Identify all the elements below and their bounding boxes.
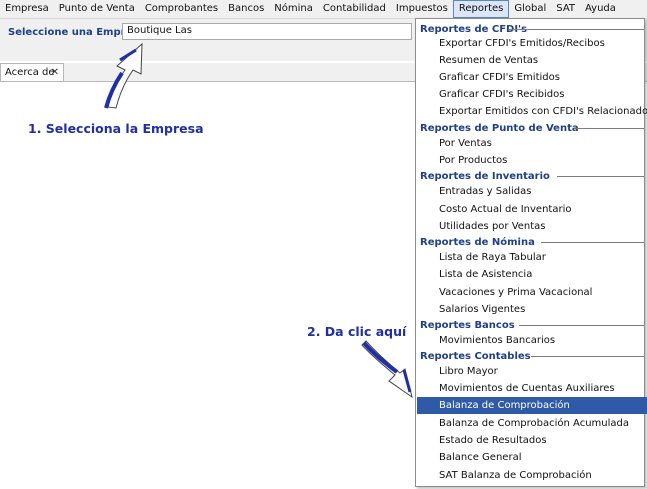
menu-comprobantes[interactable]: Comprobantes [140, 0, 223, 18]
section-title: Reportes Contables [420, 351, 531, 362]
menu-punto-de-venta[interactable]: Punto de Venta [54, 0, 140, 18]
menu-item-movimientos-auxiliares[interactable]: Movimientos de Cuentas Auxiliares [417, 380, 647, 397]
menu-bar: Empresa Punto de Venta Comprobantes Banc… [0, 0, 647, 19]
section-rule [541, 242, 644, 243]
menu-item-lista-raya[interactable]: Lista de Raya Tabular [417, 249, 647, 266]
menu-item-por-ventas[interactable]: Por Ventas [417, 135, 647, 152]
menu-contabilidad[interactable]: Contabilidad [318, 0, 391, 18]
menu-item-libro-mayor[interactable]: Libro Mayor [417, 363, 647, 380]
menu-item-lista-asistencia[interactable]: Lista de Asistencia [417, 266, 647, 283]
section-rule [519, 325, 644, 326]
section-title: Reportes de Inventario [420, 171, 550, 182]
menu-bancos[interactable]: Bancos [223, 0, 269, 18]
menu-item-balanza-comprobacion[interactable]: Balanza de Comprobación [417, 397, 647, 414]
menu-global[interactable]: Global [509, 0, 551, 18]
tab-acerca-de[interactable]: Acerca de ✕ [0, 63, 64, 81]
menu-item-estado-resultados[interactable]: Estado de Resultados [417, 432, 647, 449]
menu-item-exportar-cfdi[interactable]: Exportar CFDI's Emitidos/Recibos [417, 35, 647, 52]
reportes-dropdown: Reportes de CFDI's Exportar CFDI's Emiti… [415, 18, 647, 487]
menu-ayuda[interactable]: Ayuda [580, 0, 621, 18]
menu-item-sat-balanza[interactable]: SAT Balanza de Comprobación [417, 467, 647, 484]
annotation-step-2: 2. Da clic aquí [307, 324, 407, 339]
section-title: Reportes Bancos [420, 320, 515, 331]
menu-reportes[interactable]: Reportes [452, 0, 510, 18]
menu-item-costo-inventario[interactable]: Costo Actual de Inventario [417, 201, 647, 218]
menu-item-utilidades-ventas[interactable]: Utilidades por Ventas [417, 218, 647, 235]
menu-empresa[interactable]: Empresa [0, 0, 54, 18]
menu-item-balanza-acumulada[interactable]: Balanza de Comprobación Acumulada [417, 415, 647, 432]
tab-label: Acerca de [5, 67, 55, 78]
menu-item-entradas-salidas[interactable]: Entradas y Salidas [417, 183, 647, 200]
section-title: Reportes de Nómina [420, 237, 535, 248]
section-rule [509, 29, 644, 30]
menu-sat[interactable]: SAT [551, 0, 580, 18]
menu-item-resumen-ventas[interactable]: Resumen de Ventas [417, 52, 647, 69]
section-title: Reportes de Punto de Venta [420, 123, 579, 134]
close-icon[interactable]: ✕ [51, 64, 59, 81]
section-rule [531, 356, 644, 357]
section-rule [557, 176, 644, 177]
menu-item-salarios[interactable]: Salarios Vigentes [417, 301, 647, 318]
menu-item-por-productos[interactable]: Por Productos [417, 152, 647, 169]
menu-item-balance-general[interactable]: Balance General [417, 449, 647, 466]
section-rule [575, 128, 644, 129]
menu-item-graficar-recibidos[interactable]: Graficar CFDI's Recibidos [417, 86, 647, 103]
menu-item-exportar-relacionados[interactable]: Exportar Emitidos con CFDI's Relacionado… [417, 103, 647, 120]
company-select[interactable]: Boutique Las [122, 23, 412, 40]
menu-impuestos[interactable]: Impuestos [391, 0, 453, 18]
annotation-step-1: 1. Selecciona la Empresa [28, 121, 204, 136]
menu-item-graficar-emitidos[interactable]: Graficar CFDI's Emitidos [417, 69, 647, 86]
menu-item-vacaciones[interactable]: Vacaciones y Prima Vacacional [417, 284, 647, 301]
menu-nomina[interactable]: Nómina [269, 0, 318, 18]
menu-item-movimientos-bancarios[interactable]: Movimientos Bancarios [417, 332, 647, 349]
